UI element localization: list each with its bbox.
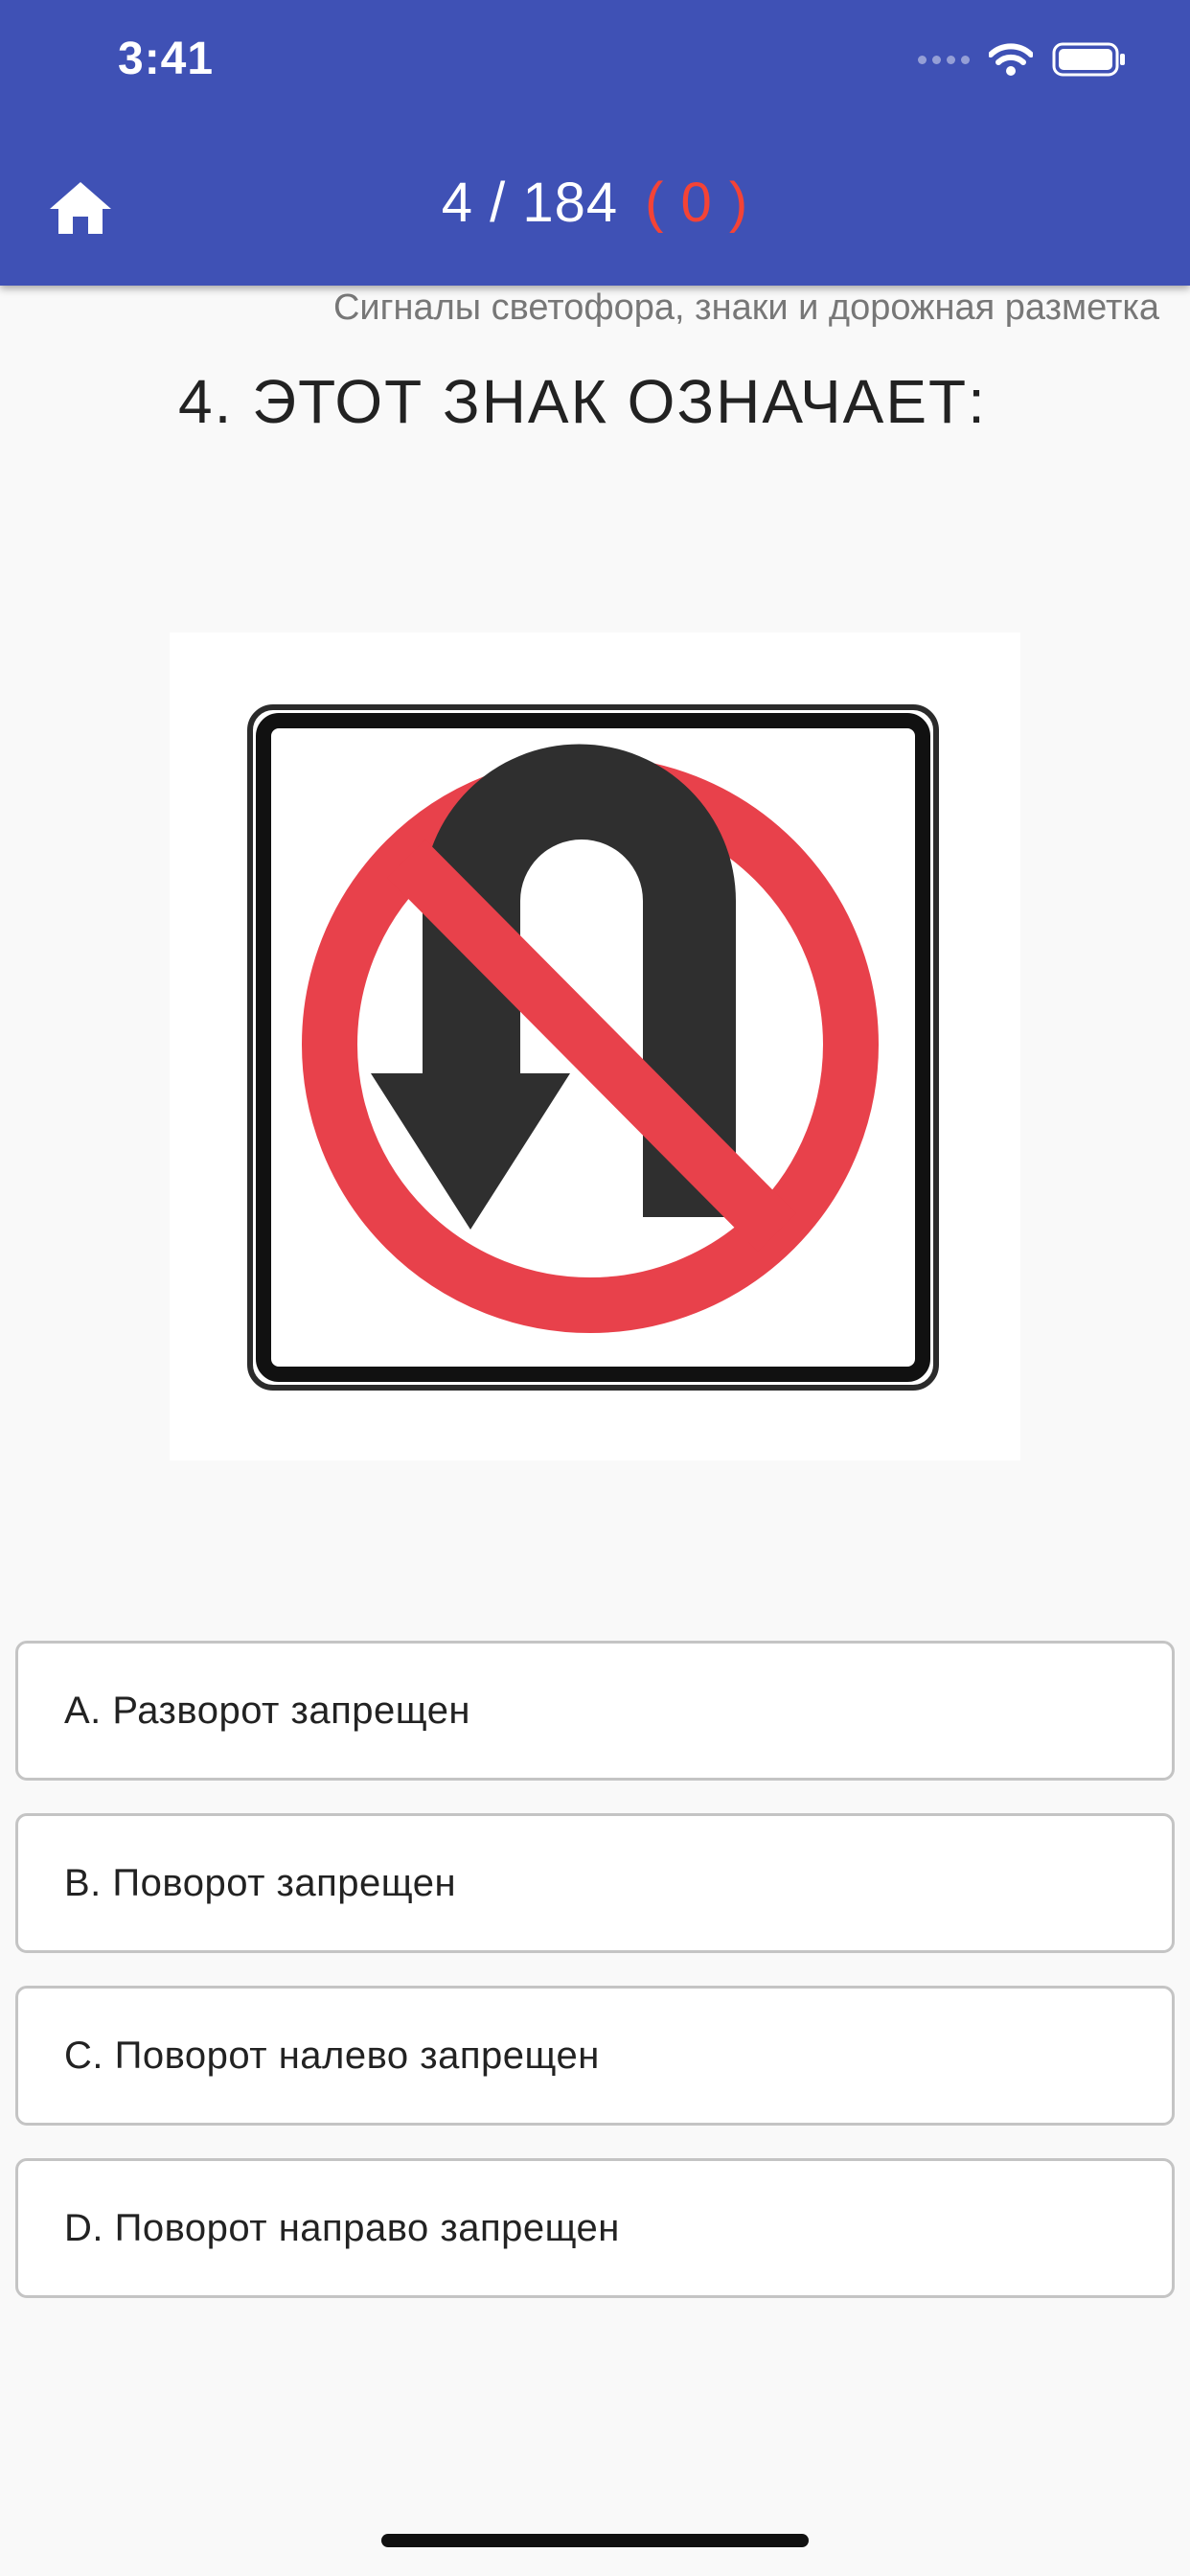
cellular-signal-icon	[918, 55, 970, 64]
question-text: 4. ЭТОТ ЗНАК ОЗНАЧАЕТ:	[178, 367, 987, 436]
answer-option-b[interactable]: B. Поворот запрещен	[15, 1813, 1175, 1953]
progress-text: 4 / 184	[441, 172, 619, 234]
status-time: 3:41	[118, 34, 215, 84]
answer-option-d[interactable]: D. Поворот направо запрещен	[15, 2158, 1175, 2298]
home-indicator[interactable]	[381, 2534, 809, 2547]
status-icons	[918, 42, 1127, 77]
app-bar: 3:41 4 / 184 ( 0 )	[0, 0, 1190, 286]
battery-icon	[1052, 42, 1125, 77]
wifi-icon	[989, 43, 1033, 76]
question-category: Сигналы светофора, знаки и дорожная разм…	[332, 288, 1159, 328]
answer-list: A. Разворот запрещен B. Поворот запрещен…	[15, 1641, 1175, 2331]
no-u-turn-sign-icon	[247, 704, 939, 1391]
question-image	[170, 632, 1020, 1460]
answer-option-c[interactable]: C. Поворот налево запрещен	[15, 1986, 1175, 2126]
question-counter: 4 / 184 ( 0 )	[0, 171, 1190, 235]
answer-option-a[interactable]: A. Разворот запрещен	[15, 1641, 1175, 1781]
error-count: ( 0 )	[645, 172, 749, 234]
